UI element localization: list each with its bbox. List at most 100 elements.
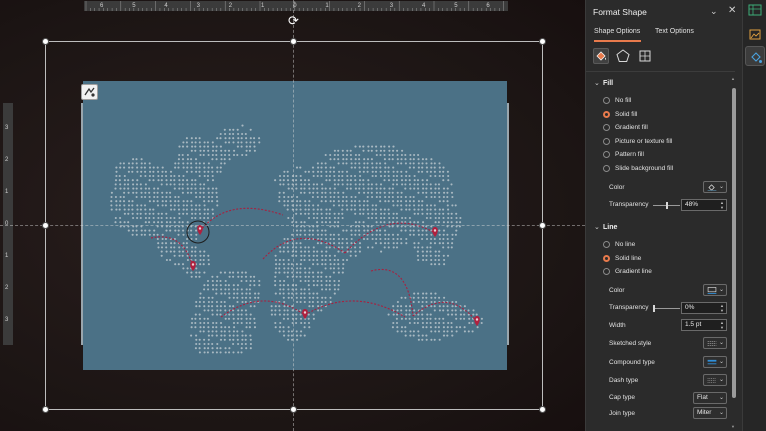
ruler-label: 2 bbox=[357, 3, 361, 9]
compound-type-dropdown[interactable]: ⌄ bbox=[703, 356, 727, 368]
fill-option-4[interactable]: Pattern fill bbox=[603, 150, 644, 159]
layout-options-button[interactable] bbox=[81, 84, 98, 100]
fill-color-picker[interactable]: ⌄ bbox=[703, 181, 727, 193]
fill-transparency-slider-knob[interactable] bbox=[665, 202, 668, 209]
join-type-label: Join type bbox=[609, 410, 636, 417]
join-type-dropdown[interactable]: Miter ⌄ bbox=[693, 407, 727, 419]
slide-canvas[interactable]: 6 5 4 3 2 1 0 1 2 3 4 5 6 3 2 1 0 1 2 3 ⟳ bbox=[0, 0, 585, 431]
fill-option-3[interactable]: Picture or texture fill bbox=[603, 137, 672, 146]
ruler-label: 3 bbox=[5, 317, 9, 323]
line-transparency-input[interactable]: 0% ▲ ▼ bbox=[681, 302, 727, 314]
rail-button-picture[interactable] bbox=[745, 24, 765, 44]
line-transparency-slider[interactable] bbox=[653, 308, 680, 309]
fill-section-header[interactable]: ⌄ Fill bbox=[594, 79, 613, 87]
spin-arrows-icon[interactable]: ▲ ▼ bbox=[720, 303, 724, 313]
line-option-label: Solid line bbox=[615, 254, 642, 262]
effects-button[interactable] bbox=[615, 48, 631, 64]
line-transparency-slider-knob[interactable] bbox=[653, 305, 655, 312]
fill-option-0[interactable]: No fill bbox=[603, 96, 631, 105]
paint-bucket-icon bbox=[707, 184, 717, 191]
radio-button[interactable] bbox=[603, 241, 610, 248]
chevron-down-icon: ⌄ bbox=[718, 395, 724, 401]
fill-line-button[interactable] bbox=[593, 48, 609, 64]
resize-handle-top[interactable] bbox=[290, 38, 297, 45]
radio-button[interactable] bbox=[603, 254, 610, 262]
dash-type-dropdown[interactable]: ⌄ bbox=[703, 374, 727, 386]
fill-option-label: No fill bbox=[615, 97, 632, 104]
size-properties-button[interactable] bbox=[637, 48, 653, 64]
chevron-down-icon[interactable]: ⌄ bbox=[710, 6, 718, 17]
line-width-input[interactable]: 1.5 pt ▲ ▼ bbox=[681, 319, 727, 331]
designer-icon[interactable] bbox=[748, 4, 762, 16]
ruler-label: 4 bbox=[164, 3, 168, 9]
cap-type-dropdown[interactable]: Flat ⌄ bbox=[693, 392, 727, 404]
ruler-label: 1 bbox=[5, 189, 9, 195]
ruler-label: 6 bbox=[100, 3, 104, 9]
radio-button[interactable] bbox=[603, 165, 610, 172]
fill-option-2[interactable]: Gradient fill bbox=[603, 123, 648, 132]
task-pane-rail bbox=[742, 0, 766, 431]
line-color-label: Color bbox=[609, 287, 625, 294]
resize-handle-bottom[interactable] bbox=[290, 406, 297, 413]
chevron-down-icon: ⌄ bbox=[718, 287, 724, 293]
line-option-1[interactable]: Solid line bbox=[603, 254, 641, 263]
paint-bucket-icon bbox=[596, 51, 606, 61]
radio-button[interactable] bbox=[603, 268, 610, 275]
ruler-label: 3 bbox=[389, 3, 394, 9]
fill-option-5[interactable]: Slide background fill bbox=[603, 164, 673, 173]
tab-shape-options[interactable]: Shape Options bbox=[594, 28, 640, 35]
sketched-style-dropdown[interactable]: ⌄ bbox=[703, 337, 727, 349]
line-option-2[interactable]: Gradient line bbox=[603, 267, 652, 276]
rotate-handle-icon[interactable]: ⟳ bbox=[287, 14, 300, 27]
pane-scrollbar-thumb[interactable] bbox=[732, 88, 736, 398]
radio-button[interactable] bbox=[603, 137, 610, 145]
compound-type-label: Compound type bbox=[609, 359, 655, 366]
resize-handle-right[interactable] bbox=[539, 222, 546, 229]
line-option-0[interactable]: No line bbox=[603, 240, 635, 249]
resize-handle-bottom-left[interactable] bbox=[42, 406, 49, 413]
ruler-label: 2 bbox=[228, 3, 233, 9]
close-icon[interactable]: ✕ bbox=[728, 5, 736, 16]
line-color-picker[interactable]: ⌄ bbox=[703, 284, 727, 296]
chevron-down-icon: ⌄ bbox=[594, 224, 600, 231]
fill-option-1[interactable]: Solid fill bbox=[603, 110, 637, 119]
pen-icon bbox=[707, 287, 717, 294]
resize-handle-top-right[interactable] bbox=[539, 38, 546, 45]
ruler-label: 5 bbox=[132, 3, 136, 9]
radio-button[interactable] bbox=[603, 151, 610, 159]
fill-transparency-label: Transparency bbox=[609, 201, 649, 208]
chevron-down-icon: ⌄ bbox=[718, 184, 724, 190]
size-properties-icon bbox=[639, 50, 651, 62]
fill-option-label: Pattern fill bbox=[615, 151, 644, 159]
tab-text-options[interactable]: Text Options bbox=[655, 28, 694, 35]
chevron-down-icon: ⌄ bbox=[718, 377, 724, 383]
resize-handle-bottom-right[interactable] bbox=[539, 406, 546, 413]
dash-line-icon bbox=[707, 378, 717, 383]
radio-button[interactable] bbox=[603, 110, 610, 118]
rail-button-format-shape[interactable] bbox=[745, 46, 765, 66]
fill-option-label: Solid fill bbox=[615, 110, 638, 118]
fill-transparency-input[interactable]: 48% ▲ ▼ bbox=[681, 199, 727, 211]
layout-options-icon bbox=[84, 87, 95, 97]
resize-handle-left[interactable] bbox=[42, 222, 49, 229]
ruler-label: 3 bbox=[5, 125, 9, 131]
resize-handle-top-left[interactable] bbox=[42, 38, 49, 45]
line-option-label: Gradient line bbox=[615, 268, 652, 275]
scroll-up-icon[interactable]: ▲ bbox=[731, 76, 735, 81]
spin-arrows-icon[interactable]: ▲ ▼ bbox=[720, 200, 724, 210]
scroll-down-icon[interactable]: ▼ bbox=[731, 424, 735, 429]
radio-button[interactable] bbox=[603, 124, 610, 132]
active-tab-indicator bbox=[594, 40, 641, 42]
pentagon-icon bbox=[616, 49, 630, 62]
ruler-label: 1 bbox=[261, 3, 265, 9]
ruler-label: 1 bbox=[325, 3, 329, 9]
spin-arrows-icon[interactable]: ▲ ▼ bbox=[720, 320, 724, 330]
cap-type-label: Cap type bbox=[609, 394, 636, 401]
compound-line-icon bbox=[707, 359, 717, 365]
pane-divider bbox=[586, 71, 735, 72]
line-section-header[interactable]: ⌄ Line bbox=[594, 223, 617, 231]
sketched-style-label: Sketched style bbox=[609, 340, 652, 347]
pane-title: Format Shape bbox=[593, 7, 647, 17]
radio-button[interactable] bbox=[603, 97, 610, 104]
chevron-down-icon: ⌄ bbox=[718, 359, 724, 365]
